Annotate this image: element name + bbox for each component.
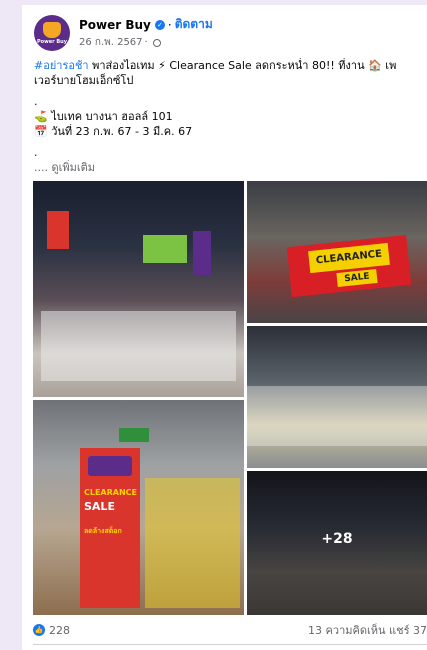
photo-1[interactable] (33, 181, 244, 397)
post-timestamp[interactable]: 26 ก.พ. 2567 (79, 35, 143, 50)
standee-sub-text: ลดล้างสต็อก (84, 527, 122, 535)
follow-button[interactable]: ติดตาม (175, 15, 213, 34)
product-shelves (247, 386, 427, 446)
see-more-link[interactable]: .... ดูเพิ่มเติม (34, 160, 427, 175)
post-header: Power Buy Power Buy ✓ · ติดตาม 26 ก.พ. 2… (34, 15, 213, 51)
post-text: #อย่ารอช้า พาส่องไอเทม ⚡ Clearance Sale … (34, 58, 427, 175)
photo-2[interactable]: CLEARANCE SALE (247, 181, 427, 323)
separator-dot: · (144, 37, 148, 48)
hanging-sign (193, 231, 211, 275)
action-bar (33, 644, 427, 650)
comments-shares-count[interactable]: 13 ความคิดเห็น แชร์ 37 (308, 621, 427, 639)
post-dot-1: . (34, 95, 38, 108)
photo-grid: CLEARANCE SALE CLEARANCE SALE ลดล้างสต็อ… (33, 181, 427, 615)
post-dates: 📅 วันที่ 23 ก.พ. 67 - 3 มี.ค. 67 (34, 125, 193, 138)
separator-dot: · (167, 17, 172, 32)
facebook-post-card: Power Buy Power Buy ✓ · ติดตาม 26 ก.พ. 2… (22, 5, 427, 650)
post-stats: 👍 228 13 ความคิดเห็น แชร์ 37 (33, 621, 427, 639)
page-avatar[interactable]: Power Buy (34, 15, 70, 51)
photo-4[interactable] (247, 326, 427, 468)
standee-sale-text: SALE (84, 500, 115, 513)
globe-icon (152, 38, 161, 47)
post-line-2: เวอร์บายโฮมเอ็กซ์โป (34, 74, 134, 87)
photo-5[interactable]: +28 (247, 471, 427, 615)
reaction-count: 228 (49, 623, 70, 637)
product-shelves (41, 311, 236, 381)
post-location: ⛳ ไบเทค บางนา ฮอลล์ 101 (34, 110, 173, 123)
power-buy-logo-icon (43, 22, 61, 38)
post-dot-2: . (34, 146, 38, 159)
clearance-standee: CLEARANCE SALE ลดล้างสต็อก (80, 448, 140, 608)
product-boxes (145, 478, 240, 608)
more-photos-count: +28 (321, 531, 353, 547)
power-buy-logo-icon (88, 456, 132, 476)
post-line-1: พาส่องไอเทม ⚡ Clearance Sale ลดกระหน่ำ 8… (88, 59, 397, 72)
hanging-sign (47, 211, 69, 249)
avatar-label: Power Buy (37, 39, 67, 45)
exit-sign (119, 428, 149, 442)
verified-badge-icon: ✓ (154, 19, 165, 30)
standee-clearance-text: CLEARANCE (84, 488, 138, 497)
like-icon: 👍 (33, 624, 45, 636)
hashtag-link[interactable]: #อย่ารอช้า (34, 59, 89, 72)
reaction-summary[interactable]: 👍 228 (33, 624, 70, 637)
hanging-sign (143, 235, 187, 263)
photo-3[interactable]: CLEARANCE SALE ลดล้างสต็อก (33, 400, 244, 615)
page-name[interactable]: Power Buy (79, 18, 151, 32)
